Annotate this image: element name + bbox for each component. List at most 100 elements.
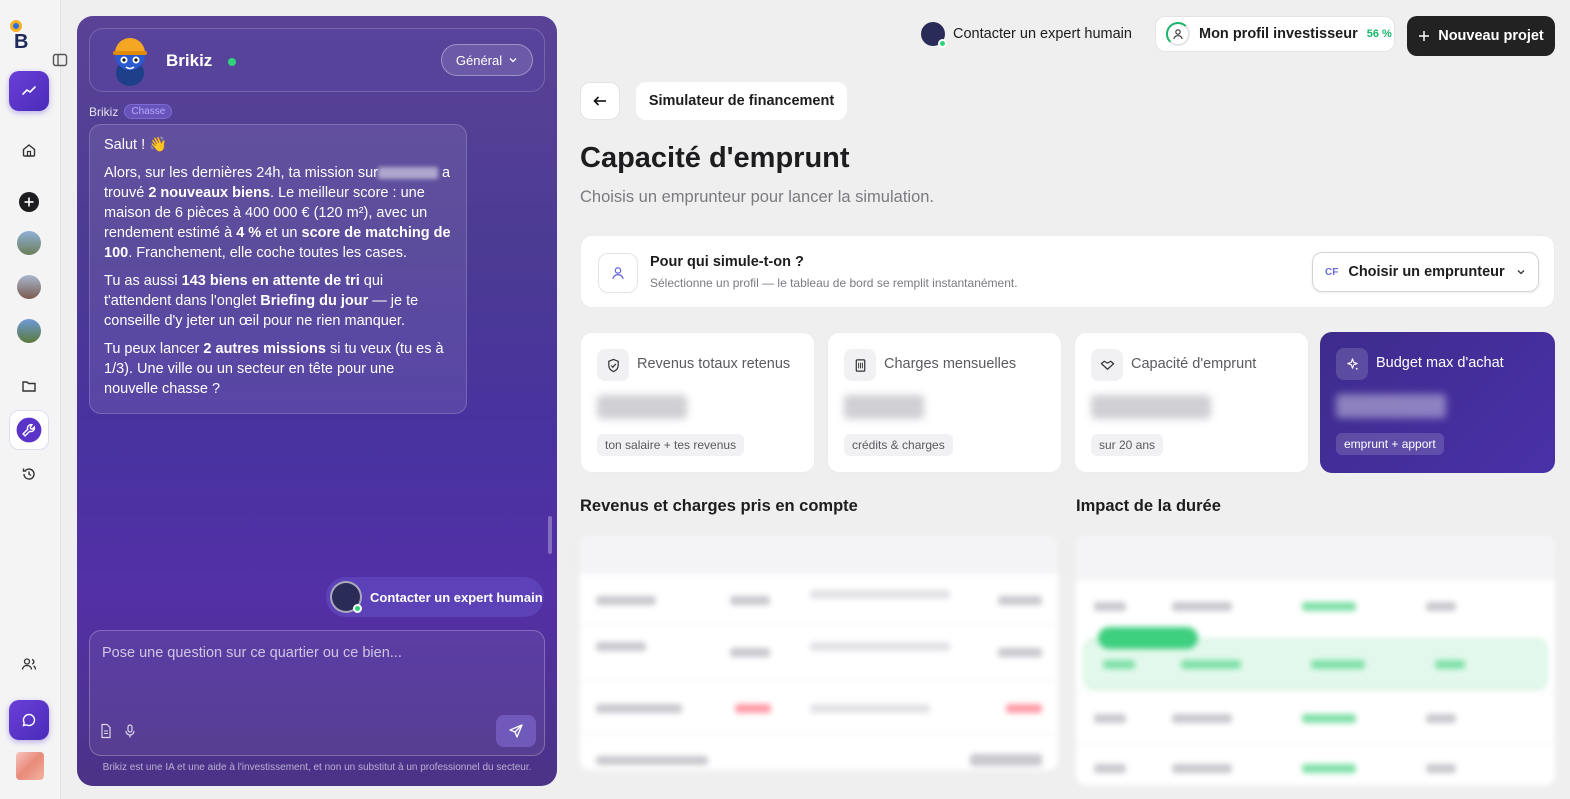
wrench-icon [16,417,42,443]
contact-expert-button[interactable]: Contacter un expert humain [326,577,544,617]
new-project-button[interactable]: Nouveau projet [1407,16,1555,56]
kpi-tag: sur 20 ans [1091,434,1164,456]
handshake-icon [1091,349,1123,381]
page-title: Capacité d'emprunt [580,142,850,174]
table-row [580,733,1058,770]
sender-name: Brikiz [89,104,119,119]
back-button[interactable] [580,82,620,120]
sidebar-item-folders[interactable] [9,366,49,406]
section-title-impact: Impact de la durée [1076,497,1221,515]
table-row [580,573,1058,625]
sidebar-toggle-icon[interactable] [52,52,68,68]
chat-scrollbar[interactable] [548,516,552,554]
sidebar-item-home[interactable] [9,130,49,170]
breadcrumb[interactable]: Simulateur de financement [636,82,847,120]
sidebar-item-tools[interactable] [9,410,49,450]
table-header [580,535,1058,573]
home-icon [22,144,36,157]
kpi-card-revenus: Revenus totaux retenus ton salaire + tes… [580,332,815,473]
table-row [1076,743,1555,785]
redacted-text [378,167,438,180]
kpi-label: Charges mensuelles [884,356,1017,372]
message-paragraph-2: Tu as aussi 143 biens en attente de tri … [104,273,419,329]
message-paragraph-1: Alors, sur les dernières 24h, ta mission… [104,165,451,261]
kpi-card-charges: Charges mensuelles crédits & charges [827,332,1062,473]
building-icon [844,349,876,381]
project-avatar-3[interactable] [17,319,41,343]
user-icon [598,253,638,293]
chevron-down-icon [1517,270,1525,275]
kpi-value-redacted [1336,394,1446,418]
expert-avatar [921,22,947,48]
kpi-tag: ton salaire + tes revenus [597,434,745,456]
page-subtitle: Choisis un emprunteur pour lancer la sim… [580,188,935,206]
shield-icon [597,349,629,381]
contact-expert-label: Contacter un expert humain [370,589,543,605]
bot-name: Brikiz [166,51,213,70]
sidebar-item-trending[interactable] [9,71,49,111]
recommended-badge [1098,627,1198,649]
arrow-left-icon [593,96,606,106]
table-header [1076,535,1555,579]
svg-text:B: B [14,31,28,50]
document-icon[interactable] [98,723,114,739]
send-button[interactable] [496,715,536,747]
topbar-contact-expert-label: Contacter un expert humain [953,26,1132,42]
kpi-value-redacted [1091,395,1211,419]
borrower-question: Pour qui simule-t-on ? [650,254,804,270]
scope-select[interactable]: Général [441,44,533,76]
table-row [1076,579,1555,631]
kpi-card-capacite: Capacité d'emprunt sur 20 ans [1074,332,1309,473]
chat-header: Brikiz Général [89,28,545,92]
profile-progress-ring [1166,22,1190,46]
chat-composer[interactable]: Pose une question sur ce quartier ou ce … [89,630,545,756]
kpi-label: Budget max d'achat [1376,355,1504,371]
microphone-icon[interactable] [122,723,138,739]
borrower-select[interactable]: CF Choisir un emprunteur [1312,252,1539,292]
plus-circle-icon [19,192,39,212]
project-avatar-2[interactable] [17,275,41,299]
table-row [580,625,1058,681]
sidebar-item-users[interactable] [9,644,49,684]
chat-input[interactable]: Pose une question sur ce quartier ou ce … [102,645,402,661]
kpi-card-budget: Budget max d'achat emprunt + apport [1320,332,1555,473]
investor-profile-button[interactable]: Mon profil investisseur 56 % [1155,16,1395,52]
profile-label: Mon profil investisseur [1199,26,1358,42]
ai-disclaimer: Brikiz est une IA et une aide à l'invest… [102,762,532,773]
folder-icon [22,381,36,392]
kpi-value-redacted [597,395,687,419]
assistant-chat-panel: Brikiz Général Brikiz Chasse Salut ! 👋 A… [77,16,557,786]
borrower-select-label: Choisir un emprunteur [1348,264,1505,280]
kpi-label: Revenus totaux retenus [637,356,791,372]
table-row [1076,691,1555,743]
plus-icon [1419,31,1430,41]
message-paragraph-3: Tu peux lancer 2 autres missions si tu v… [104,341,444,397]
sidebar-item-chat[interactable] [9,700,49,740]
kpi-tag: crédits & charges [844,434,953,456]
project-avatar-1[interactable] [17,231,41,255]
sidebar-item-add[interactable] [9,182,49,222]
user-avatar[interactable] [16,752,44,780]
scope-select-label: Général [455,52,503,68]
borrower-selector-card: Pour qui simule-t-on ? Sélectionne un pr… [580,235,1555,308]
online-status-dot [228,58,236,66]
sparkle-icon [1336,348,1368,380]
chat-icon [22,713,36,727]
profile-completion: 56 % [1366,28,1392,40]
sidebar-item-history[interactable] [9,454,49,494]
history-icon [22,468,35,480]
borrower-hint: Sélectionne un profil — le tableau de bo… [650,276,1018,290]
users-icon [21,658,37,670]
kpi-value-redacted [844,395,924,419]
user-icon [1173,29,1183,40]
borrower-initials: CF [1325,266,1339,278]
brikiz-logo[interactable]: B [8,18,36,53]
kpi-tag: emprunt + apport [1336,433,1444,455]
left-rail: B [0,0,68,799]
assistant-message: Salut ! 👋 Alors, sur les dernières 24h, … [89,124,467,414]
expert-avatar [330,581,362,613]
revenus-charges-table [580,535,1058,770]
kpi-label: Capacité d'emprunt [1131,356,1257,372]
topbar-contact-expert-link[interactable]: Contacter un expert humain [921,22,1132,48]
table-row [580,681,1058,733]
